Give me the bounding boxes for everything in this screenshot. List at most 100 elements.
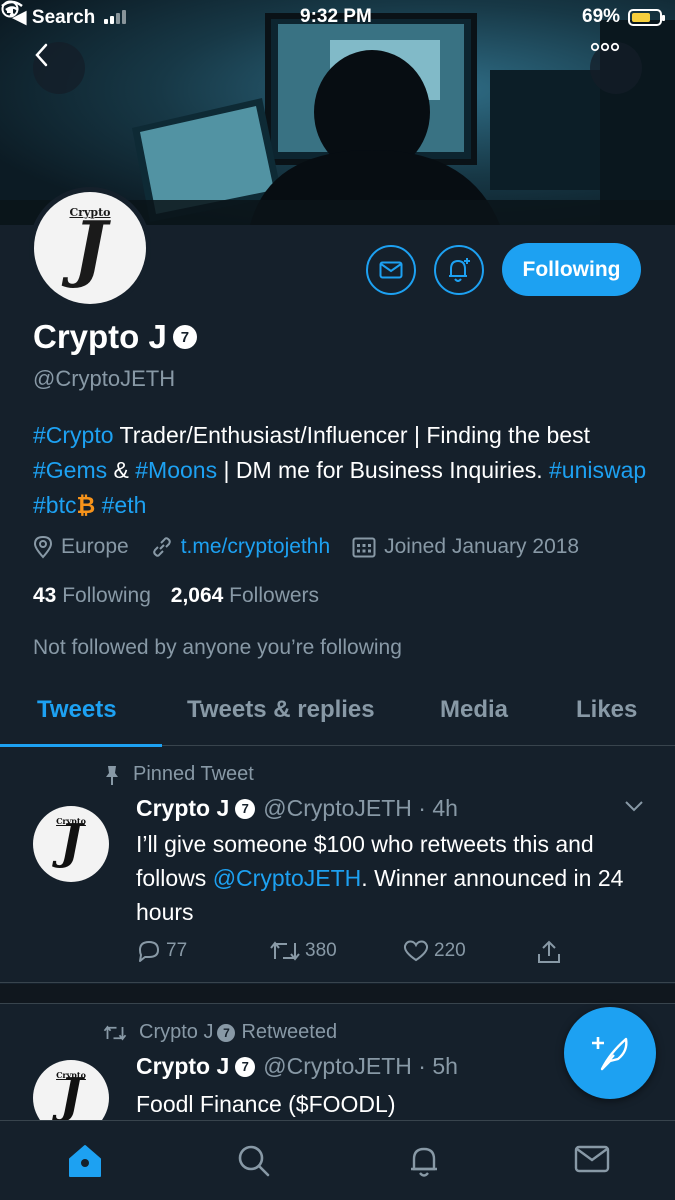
battery-icon	[628, 9, 665, 26]
back-button[interactable]	[33, 42, 85, 94]
profile-bio: #Crypto Trader/Enthusiast/Influencer | F…	[33, 418, 648, 523]
profile-avatar[interactable]: Crypto J	[29, 187, 151, 309]
hashtag-gems[interactable]: #Gems	[33, 457, 107, 483]
hashtag-crypto[interactable]: #Crypto	[33, 422, 114, 448]
like-count: 220	[434, 940, 466, 961]
tweet-author-name[interactable]: Crypto J	[136, 1053, 229, 1080]
retweeted-label: Retweeted	[241, 1021, 338, 1043]
share-icon	[538, 940, 560, 963]
website[interactable]: t.me/cryptojethh	[151, 535, 330, 559]
pinned-label: Pinned Tweet	[133, 763, 254, 785]
retweet-icon	[270, 941, 300, 961]
message-button[interactable]	[366, 245, 416, 295]
tweet-avatar[interactable]: Crypto J	[33, 1060, 109, 1120]
tweet-avatar-letter: J	[59, 814, 83, 870]
retweeter-name[interactable]: Crypto J	[139, 1021, 213, 1044]
followers-label: Followers	[229, 584, 320, 607]
avatar-letter: J	[72, 205, 108, 290]
tweet-author-name[interactable]: Crypto J	[136, 795, 229, 822]
compose-feather-icon	[592, 1037, 628, 1071]
bio-text-2: &	[107, 457, 136, 483]
more-button[interactable]	[590, 42, 642, 94]
profile-meta: Europe t.me/cryptojethh Joined January 2…	[33, 535, 601, 559]
tweet-mention[interactable]: @CryptoJETH	[213, 865, 362, 891]
back-to-app[interactable]: ◀ Search	[12, 6, 95, 29]
notifications-icon[interactable]	[406, 1143, 442, 1179]
home-icon[interactable]	[66, 1143, 104, 1179]
followers-count: 2,064	[170, 584, 224, 607]
envelope-icon	[379, 261, 403, 279]
heart-icon	[403, 940, 429, 962]
link-icon	[152, 537, 171, 557]
tweet-author-badge: 7	[235, 1056, 256, 1077]
following-button[interactable]: Following	[502, 243, 641, 296]
website-link[interactable]: t.me/cryptojethh	[181, 535, 330, 559]
bio-text-3: | DM me for Business Inquiries.	[217, 457, 550, 483]
pinned-context: Pinned Tweet	[103, 763, 254, 786]
bell-plus-icon	[449, 258, 470, 282]
signal-icon	[104, 10, 132, 24]
search-icon[interactable]	[236, 1143, 272, 1179]
tweet-header: Crypto J 7 @CryptoJETH · 5h	[136, 1053, 458, 1080]
tweet-handle-time: @CryptoJETH · 5h	[263, 1053, 458, 1079]
chevron-left-icon	[35, 43, 48, 67]
profile-tabs: Tweets Tweets & replies Media Likes	[0, 676, 675, 747]
location-text: Europe	[61, 535, 129, 558]
profile-name: Crypto J	[33, 318, 167, 355]
follow-counts: 43 Following 2,064 Followers	[33, 584, 319, 608]
tab-media[interactable]: Media	[440, 696, 508, 724]
hashtag-uniswap[interactable]: #uniswap	[549, 457, 646, 483]
retweet-button[interactable]: 380	[269, 939, 337, 963]
name-badge: 7	[172, 325, 197, 349]
tweet-avatar-letter: J	[59, 1068, 83, 1120]
joined-date: Joined January 2018	[352, 535, 579, 559]
tab-likes[interactable]: Likes	[576, 696, 637, 724]
bitcoin-icon: ₿	[76, 492, 96, 518]
following-count-link[interactable]: 43 Following	[33, 584, 151, 607]
like-button[interactable]: 220	[402, 939, 466, 963]
retweeter-badge: 7	[217, 1023, 236, 1042]
status-bar: ◀ Search 9:32 PM 69%	[0, 0, 675, 34]
retweet-context: Crypto J 7 Retweeted	[103, 1021, 337, 1044]
hashtag-btc[interactable]: #btc	[33, 492, 76, 518]
tweet-avatar[interactable]: Crypto J	[33, 806, 109, 882]
hashtag-moons[interactable]: #Moons	[135, 457, 217, 483]
compose-tweet-button[interactable]	[564, 1007, 656, 1099]
bottom-navigation	[0, 1120, 675, 1200]
profile-handle: @CryptoJETH	[33, 366, 176, 391]
tweet-actions: 77 380 220	[136, 939, 576, 969]
more-dots-icon	[590, 42, 620, 52]
reply-icon	[139, 941, 159, 962]
tweet-separator	[0, 984, 675, 1004]
calendar-icon	[352, 537, 376, 558]
battery-percent: 69%	[582, 6, 621, 27]
tweet-author-badge: 7	[235, 798, 256, 819]
share-button[interactable]	[536, 939, 566, 965]
following-count: 43	[33, 584, 57, 607]
orientation-lock-icon	[1, 0, 19, 18]
tweet-pinned[interactable]: Pinned Tweet Crypto J Crypto J 7 @Crypto…	[0, 747, 675, 983]
bio-text-1: Trader/Enthusiast/Influencer | Finding t…	[113, 422, 591, 448]
profile-name-row: Crypto J 7	[33, 318, 197, 356]
location-pin-icon	[33, 535, 53, 559]
retweet-context-icon	[103, 1025, 127, 1040]
retweet-count: 380	[305, 940, 337, 961]
pin-icon	[106, 765, 118, 785]
tab-tweets[interactable]: Tweets	[37, 696, 117, 724]
status-time: 9:32 PM	[300, 6, 372, 27]
joined-text: Joined January 2018	[384, 535, 580, 558]
tweet-handle-time: @CryptoJETH · 4h	[263, 795, 458, 821]
following-label: Following	[62, 584, 151, 607]
hashtag-eth[interactable]: #eth	[102, 492, 147, 518]
location: Europe	[33, 535, 129, 559]
chevron-down-icon[interactable]	[623, 799, 645, 813]
not-followed-note: Not followed by anyone you’re following	[33, 636, 402, 659]
messages-icon[interactable]	[574, 1143, 610, 1175]
tweet-header: Crypto J 7 @CryptoJETH · 4h	[136, 795, 458, 822]
followers-count-link[interactable]: 2,064 Followers	[171, 584, 319, 607]
tweet-text: I’ll give someone $100 who retweets this…	[136, 827, 636, 929]
reply-button[interactable]: 77	[136, 939, 187, 963]
tab-tweets-replies[interactable]: Tweets & replies	[187, 696, 375, 724]
notify-button[interactable]	[434, 245, 484, 295]
reply-count: 77	[166, 940, 188, 961]
